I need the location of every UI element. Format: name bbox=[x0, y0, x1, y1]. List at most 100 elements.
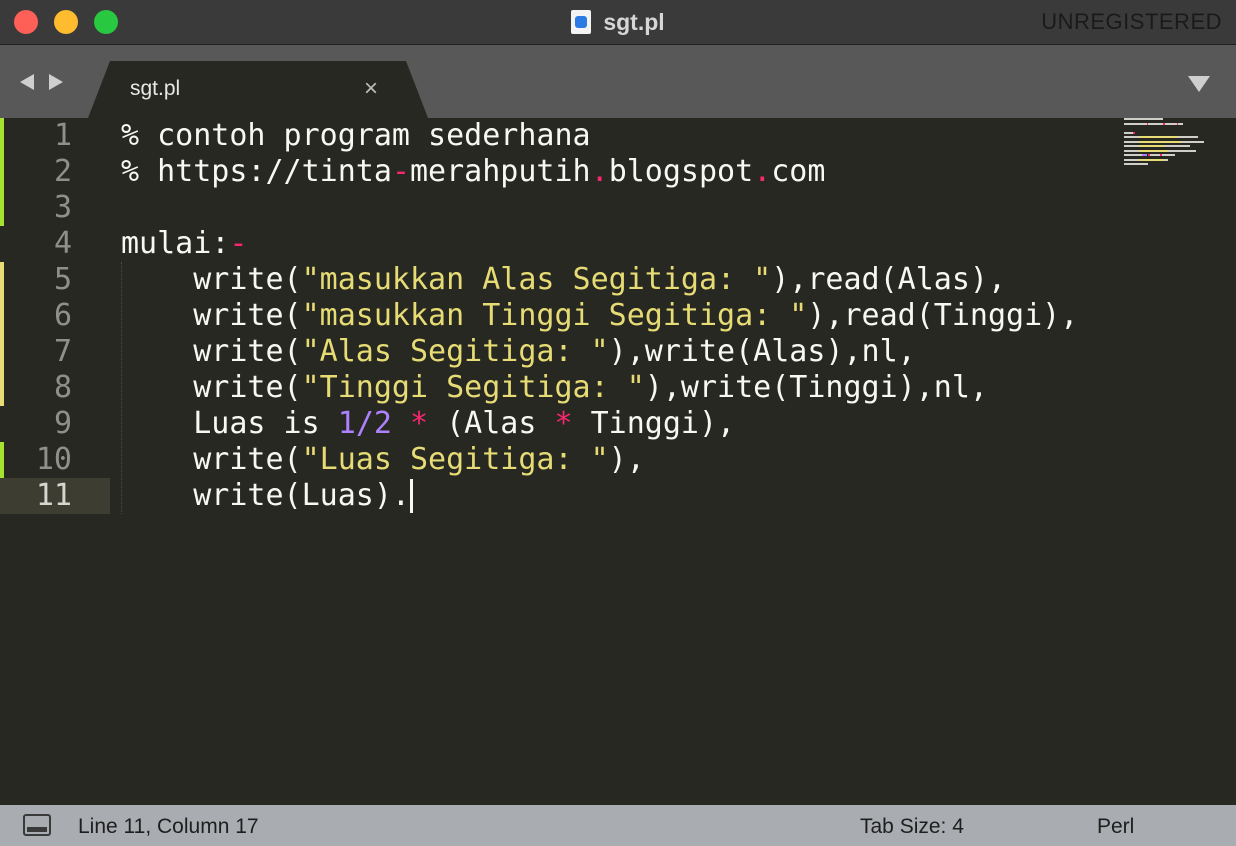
minimap-line bbox=[1124, 154, 1234, 158]
minimap-segment bbox=[1139, 136, 1178, 138]
line-code[interactable]: mulai:- bbox=[121, 226, 247, 262]
minimap-segment bbox=[1124, 145, 1139, 147]
line-code[interactable]: write("Alas Segitiga: "),write(Alas),nl, bbox=[121, 334, 916, 370]
code-token: Tinggi), bbox=[572, 406, 736, 441]
triangle-down-icon[interactable] bbox=[1188, 76, 1210, 92]
minimap-segment bbox=[1139, 140, 1181, 143]
code-token: write( bbox=[121, 334, 302, 369]
minimap-line bbox=[1124, 163, 1234, 167]
code-token: (Alas bbox=[428, 406, 555, 441]
line-code[interactable]: write("Luas Segitiga: "), bbox=[121, 442, 645, 478]
status-bar: Line 11, Column 17 Tab Size: 4 Perl bbox=[0, 805, 1236, 846]
title-bar: sgt.pl UNREGISTERED bbox=[0, 0, 1236, 45]
code-token: write( bbox=[121, 370, 302, 405]
line-number: 9 bbox=[53, 406, 72, 441]
line-code[interactable]: write("masukkan Tinggi Segitiga: "),read… bbox=[121, 298, 1078, 334]
code-token: Luas is bbox=[121, 406, 338, 441]
minimap-line bbox=[1124, 118, 1234, 122]
line-code[interactable]: Luas is 1/2 * (Alas * Tinggi), bbox=[121, 406, 735, 442]
line-code[interactable]: % contoh program sederhana bbox=[121, 118, 591, 154]
minimap-segment bbox=[1164, 158, 1168, 161]
code-line[interactable]: 3 bbox=[0, 190, 1100, 226]
chevron-right-icon[interactable] bbox=[49, 74, 63, 90]
code-token: write( bbox=[121, 298, 302, 333]
code-line[interactable]: 8 write("Tinggi Segitiga: "),write(Tingg… bbox=[0, 370, 1100, 406]
close-icon[interactable]: × bbox=[364, 75, 378, 103]
minimap-segment bbox=[1161, 154, 1175, 156]
code-line[interactable]: 9 Luas is 1/2 * (Alas * Tinggi), bbox=[0, 406, 1100, 442]
line-number: 7 bbox=[53, 334, 72, 369]
minimap-segment bbox=[1178, 136, 1198, 138]
code-token: write( bbox=[121, 262, 302, 297]
minimap-segment bbox=[1133, 131, 1135, 134]
panel-toggle-icon[interactable] bbox=[23, 814, 51, 836]
code-token: . bbox=[753, 154, 772, 189]
line-number: 8 bbox=[53, 370, 72, 405]
minimap-line bbox=[1124, 136, 1234, 140]
tab-sgt-pl[interactable]: sgt.pl × bbox=[88, 61, 428, 118]
code-line[interactable]: 5 write("masukkan Alas Segitiga: "),read… bbox=[0, 262, 1100, 298]
code-line[interactable]: 4 mulai:- bbox=[0, 226, 1100, 262]
line-number: 3 bbox=[53, 190, 72, 225]
code-token: * bbox=[554, 406, 573, 441]
code-token: "Tinggi Segitiga: " bbox=[301, 370, 645, 405]
minimap-line bbox=[1124, 149, 1234, 154]
code-token: ),read(Alas), bbox=[771, 262, 1007, 297]
minimap-segment bbox=[1139, 145, 1165, 147]
line-code[interactable]: write("Tinggi Segitiga: "),write(Tinggi)… bbox=[121, 370, 988, 406]
code-token: "Alas Segitiga: " bbox=[301, 334, 609, 369]
code-token: "masukkan Tinggi Segitiga: " bbox=[301, 298, 808, 333]
line-number: 2 bbox=[53, 154, 72, 189]
minimap-segment bbox=[1181, 140, 1204, 143]
code-line[interactable]: 11 write(Luas). bbox=[0, 478, 1100, 514]
code-token: com bbox=[771, 154, 826, 189]
document-icon bbox=[571, 10, 592, 34]
minimap-line bbox=[1124, 158, 1234, 163]
code-token: - bbox=[229, 226, 248, 261]
code-token: blogspot bbox=[608, 154, 754, 189]
minimap[interactable] bbox=[1124, 118, 1234, 168]
code-token: / bbox=[355, 406, 374, 441]
unregistered-label: UNREGISTERED bbox=[1041, 9, 1222, 34]
line-number: 6 bbox=[53, 298, 72, 333]
minimap-segment bbox=[1124, 158, 1139, 161]
minimap-segment bbox=[1124, 163, 1148, 165]
code-token: : bbox=[211, 226, 230, 261]
code-token: ),write(Tinggi),nl, bbox=[644, 370, 988, 405]
line-code[interactable]: % https://tinta-merahputih.blogspot.com bbox=[121, 154, 825, 190]
code-token: ), bbox=[608, 442, 645, 477]
minimap-segment bbox=[1124, 136, 1139, 138]
code-token: % contoh program sederhana bbox=[121, 118, 591, 153]
minimap-line bbox=[1124, 145, 1234, 149]
cursor-position[interactable]: Line 11, Column 17 bbox=[78, 815, 259, 839]
tab-size-selector[interactable]: Tab Size: 4 bbox=[860, 815, 964, 839]
text-cursor bbox=[409, 479, 413, 513]
code-line[interactable]: 6 write("masukkan Tinggi Segitiga: "),re… bbox=[0, 298, 1100, 334]
code-line[interactable]: 7 write("Alas Segitiga: "),write(Alas),n… bbox=[0, 334, 1100, 370]
syntax-selector[interactable]: Perl bbox=[1097, 815, 1134, 839]
code-token: ),write(Alas),nl, bbox=[608, 334, 916, 369]
line-code[interactable]: write("masukkan Alas Segitiga: "),read(A… bbox=[121, 262, 1006, 298]
code-token: 1 bbox=[337, 406, 356, 441]
code-line[interactable]: 2 % https://tinta-merahputih.blogspot.com bbox=[0, 154, 1100, 190]
code-line[interactable]: 1 % contoh program sederhana bbox=[0, 118, 1100, 154]
minimap-line bbox=[1124, 140, 1234, 145]
minimap-segment bbox=[1148, 122, 1163, 125]
code-token: write( bbox=[121, 442, 302, 477]
code-line[interactable]: 10 write("Luas Segitiga: "), bbox=[0, 442, 1100, 478]
line-number: 4 bbox=[53, 226, 72, 261]
minimap-segment bbox=[1139, 158, 1165, 161]
tab-bar: sgt.pl × bbox=[0, 45, 1236, 118]
code-editor[interactable]: 1 % contoh program sederhana 2 % https://ti… bbox=[0, 118, 1236, 805]
line-number: 11 bbox=[35, 478, 72, 513]
minimap-line bbox=[1124, 122, 1234, 127]
minimap-segment bbox=[1178, 122, 1183, 125]
code-token: write(Luas). bbox=[121, 478, 410, 513]
minimap-segment bbox=[1164, 145, 1190, 147]
code-token: mulai bbox=[121, 226, 212, 261]
code-token: % https://tinta bbox=[121, 154, 392, 189]
minimap-segment bbox=[1149, 154, 1160, 156]
chevron-left-icon[interactable] bbox=[20, 74, 34, 90]
line-code[interactable]: write(Luas). bbox=[121, 478, 413, 514]
